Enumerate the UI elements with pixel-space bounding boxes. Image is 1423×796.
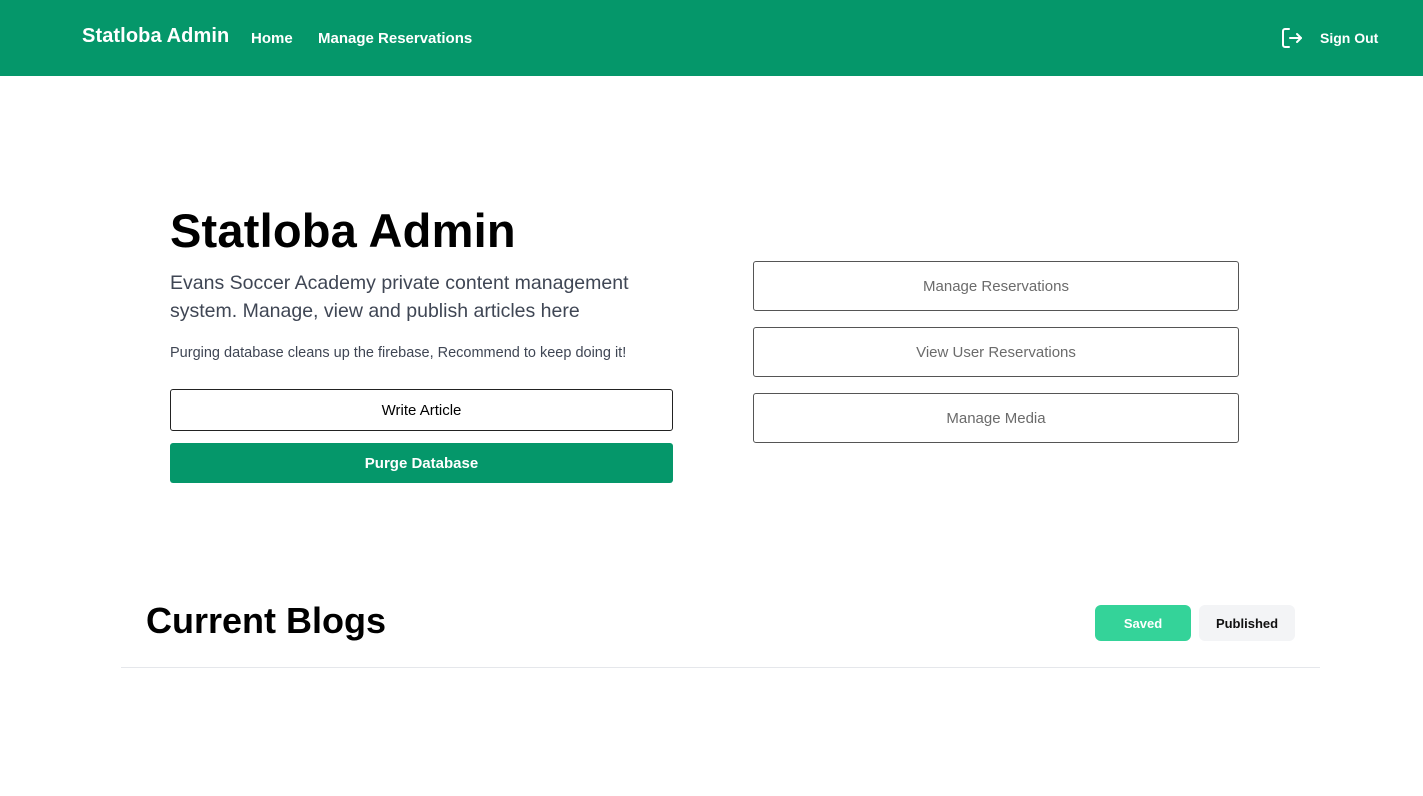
purge-note: Purging database cleans up the firebase,… [170,345,627,361]
sign-out-label: Sign Out [1320,30,1379,46]
blogs-divider [121,667,1320,668]
tab-saved[interactable]: Saved [1095,605,1191,641]
tab-published[interactable]: Published [1199,605,1295,641]
sign-out-button[interactable]: Sign Out [1280,26,1378,50]
manage-media-button[interactable]: Manage Media [753,393,1239,443]
manage-reservations-button[interactable]: Manage Reservations [753,261,1239,311]
write-article-button[interactable]: Write Article [170,389,673,431]
purge-database-button[interactable]: Purge Database [170,443,673,483]
nav-link-home[interactable]: Home [251,30,293,47]
current-blogs-heading: Current Blogs [146,600,387,641]
page-description: Evans Soccer Academy private content man… [170,272,629,322]
nav-link-manage-reservations[interactable]: Manage Reservations [318,30,472,47]
sign-out-icon [1282,28,1302,48]
brand-logo-text[interactable]: Statloba Admin [82,25,229,48]
view-user-reservations-button[interactable]: View User Reservations [753,327,1239,377]
page-title: Statloba Admin [170,204,516,257]
top-navbar: Statloba Admin Home Manage Reservations … [0,0,1423,76]
